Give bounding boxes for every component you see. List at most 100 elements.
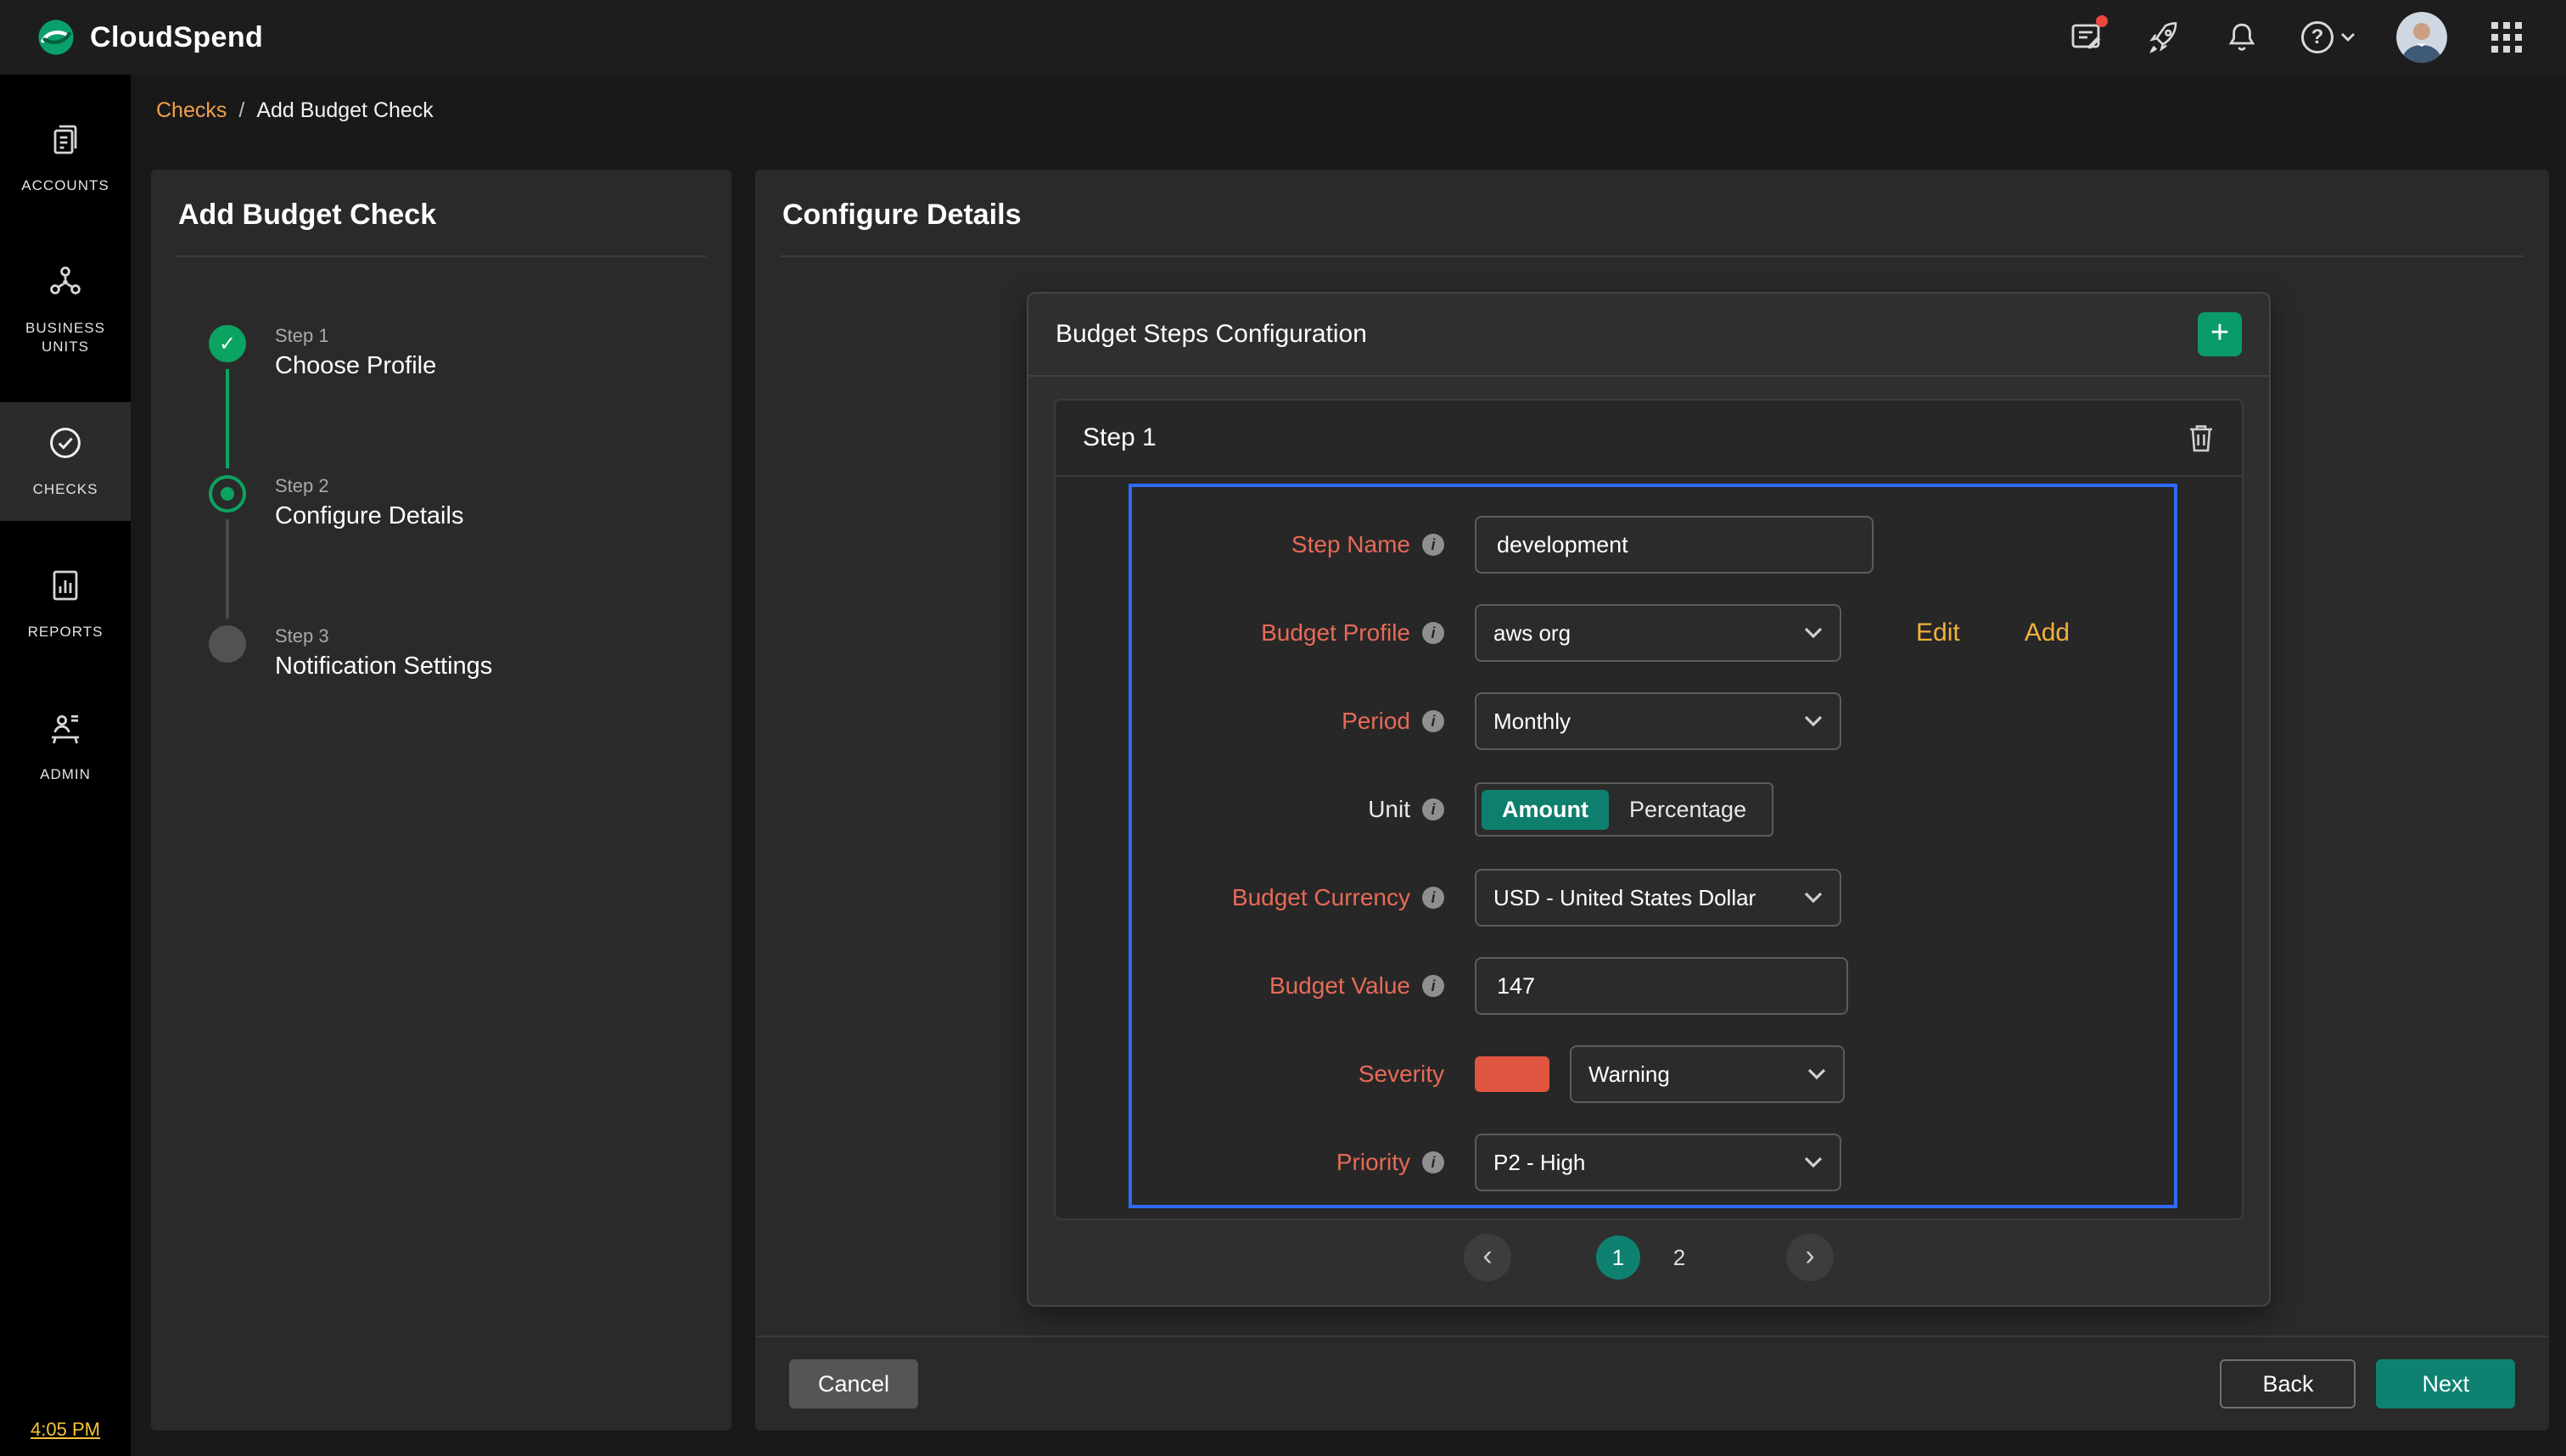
- step-number: Step 3: [275, 625, 492, 647]
- step-number: Step 1: [275, 325, 436, 347]
- sidebar: ACCOUNTS BUSINESS UNITS CHECKS: [0, 75, 131, 1456]
- budget-currency-select[interactable]: USD - United States Dollar: [1475, 869, 1841, 927]
- form-row-budget-value: Budget Value: [1132, 942, 2174, 1030]
- sidebar-label: CHECKS: [33, 480, 98, 499]
- pagination-page-1[interactable]: 1: [1596, 1235, 1640, 1280]
- budget-value-label: Budget Value: [1132, 972, 1444, 1000]
- sidebar-label: ACCOUNTS: [21, 176, 109, 195]
- severity-select[interactable]: Warning: [1570, 1045, 1845, 1103]
- accounts-icon: [47, 120, 84, 165]
- info-icon[interactable]: [1422, 975, 1444, 997]
- panel-footer-actions: Cancel Back Next: [755, 1336, 2549, 1431]
- unit-option-percentage[interactable]: Percentage: [1609, 790, 1767, 830]
- brand: CloudSpend: [37, 19, 263, 56]
- bell-icon[interactable]: [2223, 19, 2261, 56]
- step-label: Choose Profile: [275, 352, 436, 380]
- period-select[interactable]: Monthly: [1475, 692, 1841, 750]
- info-icon[interactable]: [1422, 887, 1444, 909]
- sidebar-label: REPORTS: [28, 623, 104, 641]
- wizard-step-configure-details[interactable]: Step 2 Configure Details: [209, 475, 731, 625]
- chevron-down-icon: [1804, 1156, 1823, 1168]
- info-icon[interactable]: [1422, 798, 1444, 820]
- pagination-next-icon[interactable]: [1786, 1234, 1834, 1281]
- reports-icon: [47, 567, 84, 611]
- chevron-down-icon: [1804, 627, 1823, 639]
- step-1-card: Step 1 Step Name: [1054, 399, 2244, 1220]
- sidebar-item-admin[interactable]: ADMIN: [0, 687, 131, 806]
- breadcrumb-current: Add Budget Check: [256, 98, 433, 123]
- form-row-priority: Priority P2 - High: [1132, 1118, 2174, 1207]
- wizard-panel: Add Budget Check Step 1 Choose Profile S…: [151, 170, 731, 1431]
- config-card-header: Budget Steps Configuration: [1028, 294, 2269, 377]
- form-row-period: Period Monthly: [1132, 677, 2174, 765]
- step-card-header: Step 1: [1056, 400, 2242, 477]
- form-row-budget-currency: Budget Currency USD - United States Doll…: [1132, 854, 2174, 942]
- priority-select[interactable]: P2 - High: [1475, 1134, 1841, 1191]
- budget-profile-select[interactable]: aws org: [1475, 604, 1841, 662]
- next-button[interactable]: Next: [2376, 1359, 2515, 1408]
- step-current-icon: [209, 475, 246, 512]
- form-row-budget-profile: Budget Profile aws org Edit Add: [1132, 589, 2174, 677]
- info-icon[interactable]: [1422, 622, 1444, 644]
- form-row-step-name: Step Name: [1132, 501, 2174, 589]
- delete-step-button[interactable]: [2188, 423, 2215, 453]
- step-label: Configure Details: [275, 502, 463, 530]
- label-text: Unit: [1368, 796, 1410, 823]
- wizard-stepper: Step 1 Choose Profile Step 2 Configure D…: [209, 325, 731, 776]
- feedback-icon[interactable]: [2067, 19, 2104, 56]
- breadcrumb: Checks / Add Budget Check: [131, 75, 2566, 146]
- wizard-step-notification-settings[interactable]: Step 3 Notification Settings: [209, 625, 731, 776]
- breadcrumb-checks-link[interactable]: Checks: [156, 98, 227, 123]
- cancel-button[interactable]: Cancel: [789, 1359, 918, 1408]
- add-step-button[interactable]: [2198, 312, 2242, 356]
- wizard-panel-title: Add Budget Check: [176, 170, 706, 257]
- step-form-highlighted-region: Step Name Budget Profile aws: [1129, 484, 2177, 1208]
- breadcrumb-separator: /: [238, 98, 244, 123]
- info-icon[interactable]: [1422, 710, 1444, 732]
- apps-grid-icon[interactable]: [2488, 19, 2525, 56]
- chevron-down-icon: [1807, 1068, 1826, 1080]
- pagination-prev-icon[interactable]: [1464, 1234, 1511, 1281]
- step-name-label: Step Name: [1132, 531, 1444, 558]
- select-value: Monthly: [1493, 708, 1571, 735]
- select-value: Warning: [1588, 1061, 1670, 1088]
- severity-color-swatch[interactable]: [1475, 1056, 1549, 1092]
- help-menu[interactable]: [2301, 21, 2356, 53]
- unit-toggle: Amount Percentage: [1475, 782, 1773, 837]
- chevron-down-icon: [1804, 892, 1823, 904]
- last-updated-time[interactable]: 4:05 PM: [0, 1419, 131, 1441]
- form-row-unit: Unit Amount Percentage: [1132, 765, 2174, 854]
- avatar[interactable]: [2396, 12, 2447, 63]
- priority-label: Priority: [1132, 1149, 1444, 1176]
- steps-pagination: 1 2: [1028, 1234, 2269, 1281]
- label-text: Budget Value: [1269, 972, 1410, 1000]
- wizard-step-choose-profile[interactable]: Step 1 Choose Profile: [209, 325, 731, 475]
- add-profile-link[interactable]: Add: [2025, 619, 2070, 647]
- budget-value-input[interactable]: [1475, 957, 1848, 1015]
- business-units-icon: [47, 263, 84, 307]
- severity-label: Severity: [1132, 1061, 1444, 1088]
- sidebar-item-business-units[interactable]: BUSINESS UNITS: [0, 241, 131, 378]
- config-card-title: Budget Steps Configuration: [1056, 320, 1367, 349]
- unit-label: Unit: [1132, 796, 1444, 823]
- step-done-icon: [209, 325, 246, 362]
- edit-profile-link[interactable]: Edit: [1916, 619, 1960, 647]
- info-icon[interactable]: [1422, 1151, 1444, 1173]
- step-name-input[interactable]: [1475, 516, 1874, 574]
- admin-icon: [47, 709, 84, 753]
- sidebar-item-reports[interactable]: REPORTS: [0, 545, 131, 664]
- label-text: Budget Currency: [1232, 884, 1410, 911]
- sidebar-item-accounts[interactable]: ACCOUNTS: [0, 98, 131, 217]
- whats-new-rocket-icon[interactable]: [2145, 19, 2182, 56]
- sidebar-item-checks[interactable]: CHECKS: [0, 402, 131, 521]
- pagination-page-2[interactable]: 2: [1657, 1235, 1701, 1280]
- step-card-title: Step 1: [1083, 423, 1157, 452]
- unit-option-amount[interactable]: Amount: [1482, 790, 1609, 830]
- step-label: Notification Settings: [275, 652, 492, 680]
- topbar-actions: [2067, 12, 2525, 63]
- sidebar-label: BUSINESS UNITS: [13, 319, 118, 356]
- back-button[interactable]: Back: [2220, 1359, 2356, 1408]
- step-todo-icon: [209, 625, 246, 663]
- info-icon[interactable]: [1422, 534, 1444, 556]
- topbar: CloudSpend: [0, 0, 2566, 75]
